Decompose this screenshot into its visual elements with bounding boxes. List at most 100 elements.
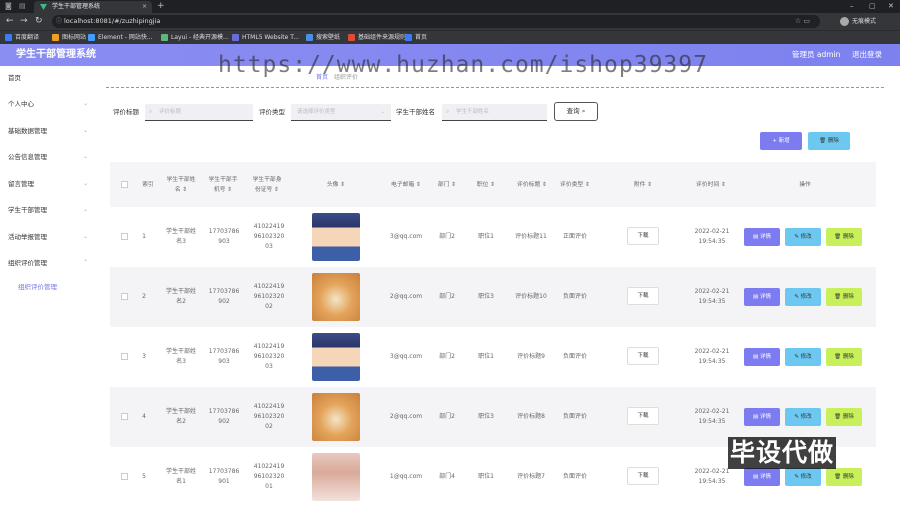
bookmark-item[interactable]: 首页	[405, 31, 427, 45]
row-checkbox[interactable]	[121, 293, 128, 300]
sidebar-item-notices[interactable]: 公告信息管理 ⌄	[0, 146, 102, 168]
guest-mode-badge[interactable]: 无痕模式	[840, 16, 876, 27]
bookmark-item[interactable]: Element - 网站快...	[88, 31, 153, 45]
row-checkbox[interactable]	[121, 413, 128, 420]
delete-button[interactable]: 🗑 删除	[826, 288, 862, 306]
cell-dept: 部门2	[439, 413, 455, 420]
edit-button[interactable]: ✎ 修改	[785, 468, 821, 486]
delete-button[interactable]: 🗑 删除	[826, 348, 862, 366]
browser-tab[interactable]: 学生干部管理系统 ×	[34, 1, 152, 13]
logout-link[interactable]: 退出登录	[852, 44, 882, 66]
tab-search-icon[interactable]: ▤	[19, 0, 26, 12]
search-button[interactable]: 查询 ⌕	[554, 102, 598, 121]
sidebar-item-reports[interactable]: 活动举报管理 ⌄	[0, 226, 102, 248]
download-button[interactable]: 下载	[627, 347, 659, 365]
table-row: 2 学生干部姓名2 17703786902 410224199610232002…	[110, 267, 876, 327]
col-attachment[interactable]: 附件 ⇕	[626, 162, 660, 207]
detail-button[interactable]: ▤ 详情	[744, 228, 780, 246]
add-button[interactable]: + 新增	[760, 132, 802, 150]
forward-icon[interactable]: →	[20, 16, 28, 27]
minimize-icon[interactable]: –	[850, 0, 854, 12]
select-all-checkbox[interactable]	[121, 181, 128, 188]
cell-index: 3	[142, 353, 146, 360]
sidebar-item-home[interactable]: 首页	[0, 67, 102, 89]
col-name[interactable]: 学生干部姓名 ⇕	[164, 162, 198, 207]
sidebar-item-cadres[interactable]: 学生干部管理 ⌄	[0, 199, 102, 221]
star-icon[interactable]: ☆ ▭	[795, 15, 810, 28]
cell-index: 4	[142, 413, 146, 420]
bookmarks-bar: 百度翻译 图标网站 Element - 网站快... Layui - 经典开源模…	[0, 30, 900, 44]
detail-button[interactable]: ▤ 详情	[744, 408, 780, 426]
delete-button[interactable]: 🗑 删除	[826, 228, 862, 246]
cell-position: 职位3	[478, 293, 494, 300]
reload-icon[interactable]: ↻	[35, 16, 43, 27]
type-select[interactable]: 请选择评价类型 ⌄	[291, 104, 391, 121]
overlay-watermark: 毕设代做	[728, 437, 837, 469]
sidebar-item-profile[interactable]: 个人中心 ⌄	[0, 93, 102, 115]
detail-button[interactable]: ▤ 详情	[744, 288, 780, 306]
col-type[interactable]: 评价类型 ⇕	[556, 162, 594, 207]
cell-email: 1@qq.com	[389, 473, 423, 480]
edit-button[interactable]: ✎ 修改	[785, 408, 821, 426]
bookmark-icon	[306, 34, 313, 41]
edit-button[interactable]: ✎ 修改	[785, 228, 821, 246]
col-dept[interactable]: 部门 ⇕	[432, 162, 462, 207]
trash-icon: 🗑	[834, 294, 842, 300]
edit-button[interactable]: ✎ 修改	[785, 288, 821, 306]
trash-icon: 🗑	[834, 234, 842, 240]
cell-position: 职位3	[478, 413, 494, 420]
download-button[interactable]: 下载	[627, 467, 659, 485]
cell-idcard: 410224199610232003	[253, 343, 285, 370]
row-checkbox[interactable]	[121, 473, 128, 480]
detail-icon: ▤	[753, 354, 759, 360]
col-email[interactable]: 电子邮箱 ⇕	[386, 162, 426, 207]
batch-delete-button[interactable]: 🗑 删除	[808, 132, 850, 150]
edit-button[interactable]: ✎ 修改	[785, 348, 821, 366]
cell-email: 2@qq.com	[389, 293, 423, 300]
bookmark-item[interactable]: Layui - 经典开源模...	[161, 31, 229, 45]
sidebar-item-evaluations[interactable]: 组织评价管理 ⌃	[0, 252, 102, 274]
maximize-icon[interactable]: ▢	[869, 0, 876, 12]
cell-time: 2022-02-21 19:54:35	[694, 348, 730, 365]
search-icon: ⌕	[581, 107, 586, 115]
col-avatar[interactable]: 头像 ⇕	[312, 162, 360, 207]
sidebar-item-base-data[interactable]: 基础数据管理 ⌄	[0, 120, 102, 142]
url-input[interactable]: ⓘ localhost:8081/#/zuzhipingjia ☆ ▭	[52, 15, 820, 28]
sidebar-item-messages[interactable]: 留言管理 ⌄	[0, 173, 102, 195]
col-title[interactable]: 评价标题 ⇕	[512, 162, 552, 207]
row-checkbox[interactable]	[121, 353, 128, 360]
bookmark-item[interactable]: 图标网站	[52, 31, 86, 45]
col-idcard[interactable]: 学生干部身份证号 ⇕	[250, 162, 284, 207]
cell-idcard: 410224199610232003	[253, 223, 285, 250]
delete-button[interactable]: 🗑 删除	[826, 468, 862, 486]
cell-idcard: 410224199610232001	[253, 463, 285, 490]
new-tab-button[interactable]: +	[157, 0, 165, 12]
cell-position: 职位1	[478, 473, 494, 480]
row-checkbox[interactable]	[121, 233, 128, 240]
close-tab-icon[interactable]: ×	[142, 1, 147, 13]
title-search-input[interactable]: ⌕ 评价标题	[145, 104, 253, 121]
download-button[interactable]: 下载	[627, 227, 659, 245]
bookmark-item[interactable]: 百度翻译	[5, 31, 39, 45]
cell-position: 职位1	[478, 353, 494, 360]
back-icon[interactable]: ←	[6, 16, 14, 27]
window-close-icon[interactable]: ✕	[888, 0, 894, 12]
bookmark-item[interactable]: 基础组件来源规则	[348, 31, 406, 45]
download-button[interactable]: 下载	[627, 407, 659, 425]
bookmark-item[interactable]: 搜索壁纸	[306, 31, 340, 45]
download-button[interactable]: 下载	[627, 287, 659, 305]
name-search-input[interactable]: ⌕ 学生干部姓名	[442, 104, 547, 121]
cell-title: 评价标题8	[517, 413, 545, 420]
current-user: 管理员 admin	[792, 50, 841, 59]
bookmark-icon	[88, 34, 95, 41]
detail-button[interactable]: ▤ 详情	[744, 348, 780, 366]
detail-button[interactable]: ▤ 详情	[744, 468, 780, 486]
col-position[interactable]: 职位 ⇕	[472, 162, 500, 207]
cell-dept: 部门2	[439, 353, 455, 360]
sidebar-subitem-evaluations[interactable]: 组织评价管理	[0, 276, 102, 298]
bookmark-item[interactable]: HTML5 Website T...	[232, 31, 299, 45]
delete-button[interactable]: 🗑 删除	[826, 408, 862, 426]
browser-menu-icon[interactable]: ◙	[5, 0, 12, 12]
col-phone[interactable]: 学生干部手机号 ⇕	[206, 162, 240, 207]
col-time[interactable]: 评价时间 ⇕	[692, 162, 730, 207]
